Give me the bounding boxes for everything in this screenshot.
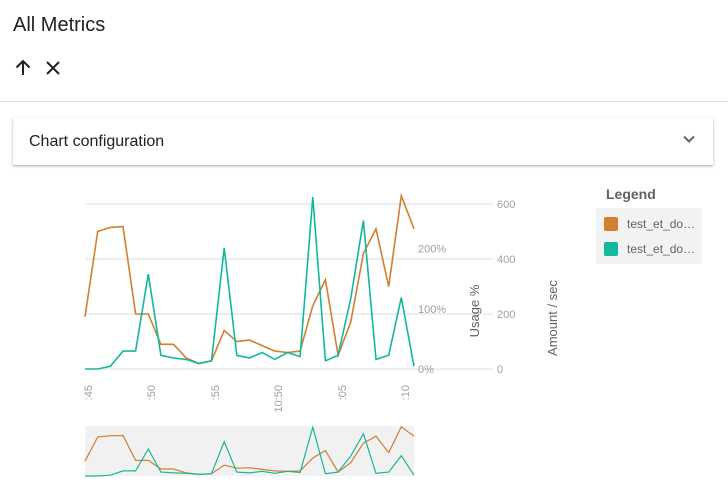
usage-axis-label: Usage %: [467, 284, 482, 337]
series-line: [85, 197, 415, 370]
x-tick-label: :50: [146, 385, 158, 400]
divider: [0, 101, 728, 102]
navigator-background: [85, 426, 414, 476]
legend: Legend test_et_do… test_et_do…: [596, 186, 702, 264]
legend-box: test_et_do… test_et_do…: [596, 208, 702, 264]
close-icon[interactable]: [41, 55, 65, 81]
legend-swatch: [604, 216, 618, 231]
right-y-tick-label: 0: [497, 364, 503, 376]
legend-item-label: test_et_do…: [627, 241, 696, 256]
arrow-up-icon[interactable]: [11, 55, 35, 81]
x-tick-label: 10:50: [273, 385, 285, 413]
right-y-tick-label: 200: [497, 309, 515, 321]
chevron-down-icon[interactable]: [681, 131, 697, 152]
metrics-chart: 0 200 400 600 0% 100% 200% Usage % Amount / sec:…: [0, 175, 580, 495]
legend-item[interactable]: test_et_do…: [596, 236, 702, 261]
usage-y-tick-label: 100%: [418, 304, 446, 316]
usage-y-tick-label: 200%: [418, 244, 446, 256]
usage-y-tick-label: 0%: [418, 364, 434, 376]
right-y-tick-label: 600: [497, 199, 515, 211]
legend-item[interactable]: test_et_do…: [596, 211, 702, 236]
series-line: [84, 192, 415, 365]
chart-configuration-panel[interactable]: Chart configuration: [13, 118, 713, 165]
chart-svg: 0 200 400 600 0% 100% 200% Usage % Amount / sec:…: [83, 192, 560, 477]
x-tick-label: :45: [83, 385, 95, 400]
legend-swatch: [604, 241, 618, 256]
page-title: All Metrics: [13, 14, 106, 36]
chart-configuration-label: Chart configuration: [29, 132, 165, 150]
legend-item-label: test_et_do…: [627, 216, 696, 231]
right-y-tick-label: 400: [497, 254, 515, 266]
toolbar: [11, 55, 65, 81]
x-tick-label: :10: [400, 385, 412, 400]
legend-title: Legend: [606, 186, 656, 202]
all-metrics-page: All Metrics Chart configuration 0 200 400 6…: [0, 0, 728, 500]
x-tick-label: :05: [337, 385, 349, 400]
x-tick-label: :55: [210, 385, 222, 400]
amount-axis-label: Amount / sec: [545, 280, 560, 356]
